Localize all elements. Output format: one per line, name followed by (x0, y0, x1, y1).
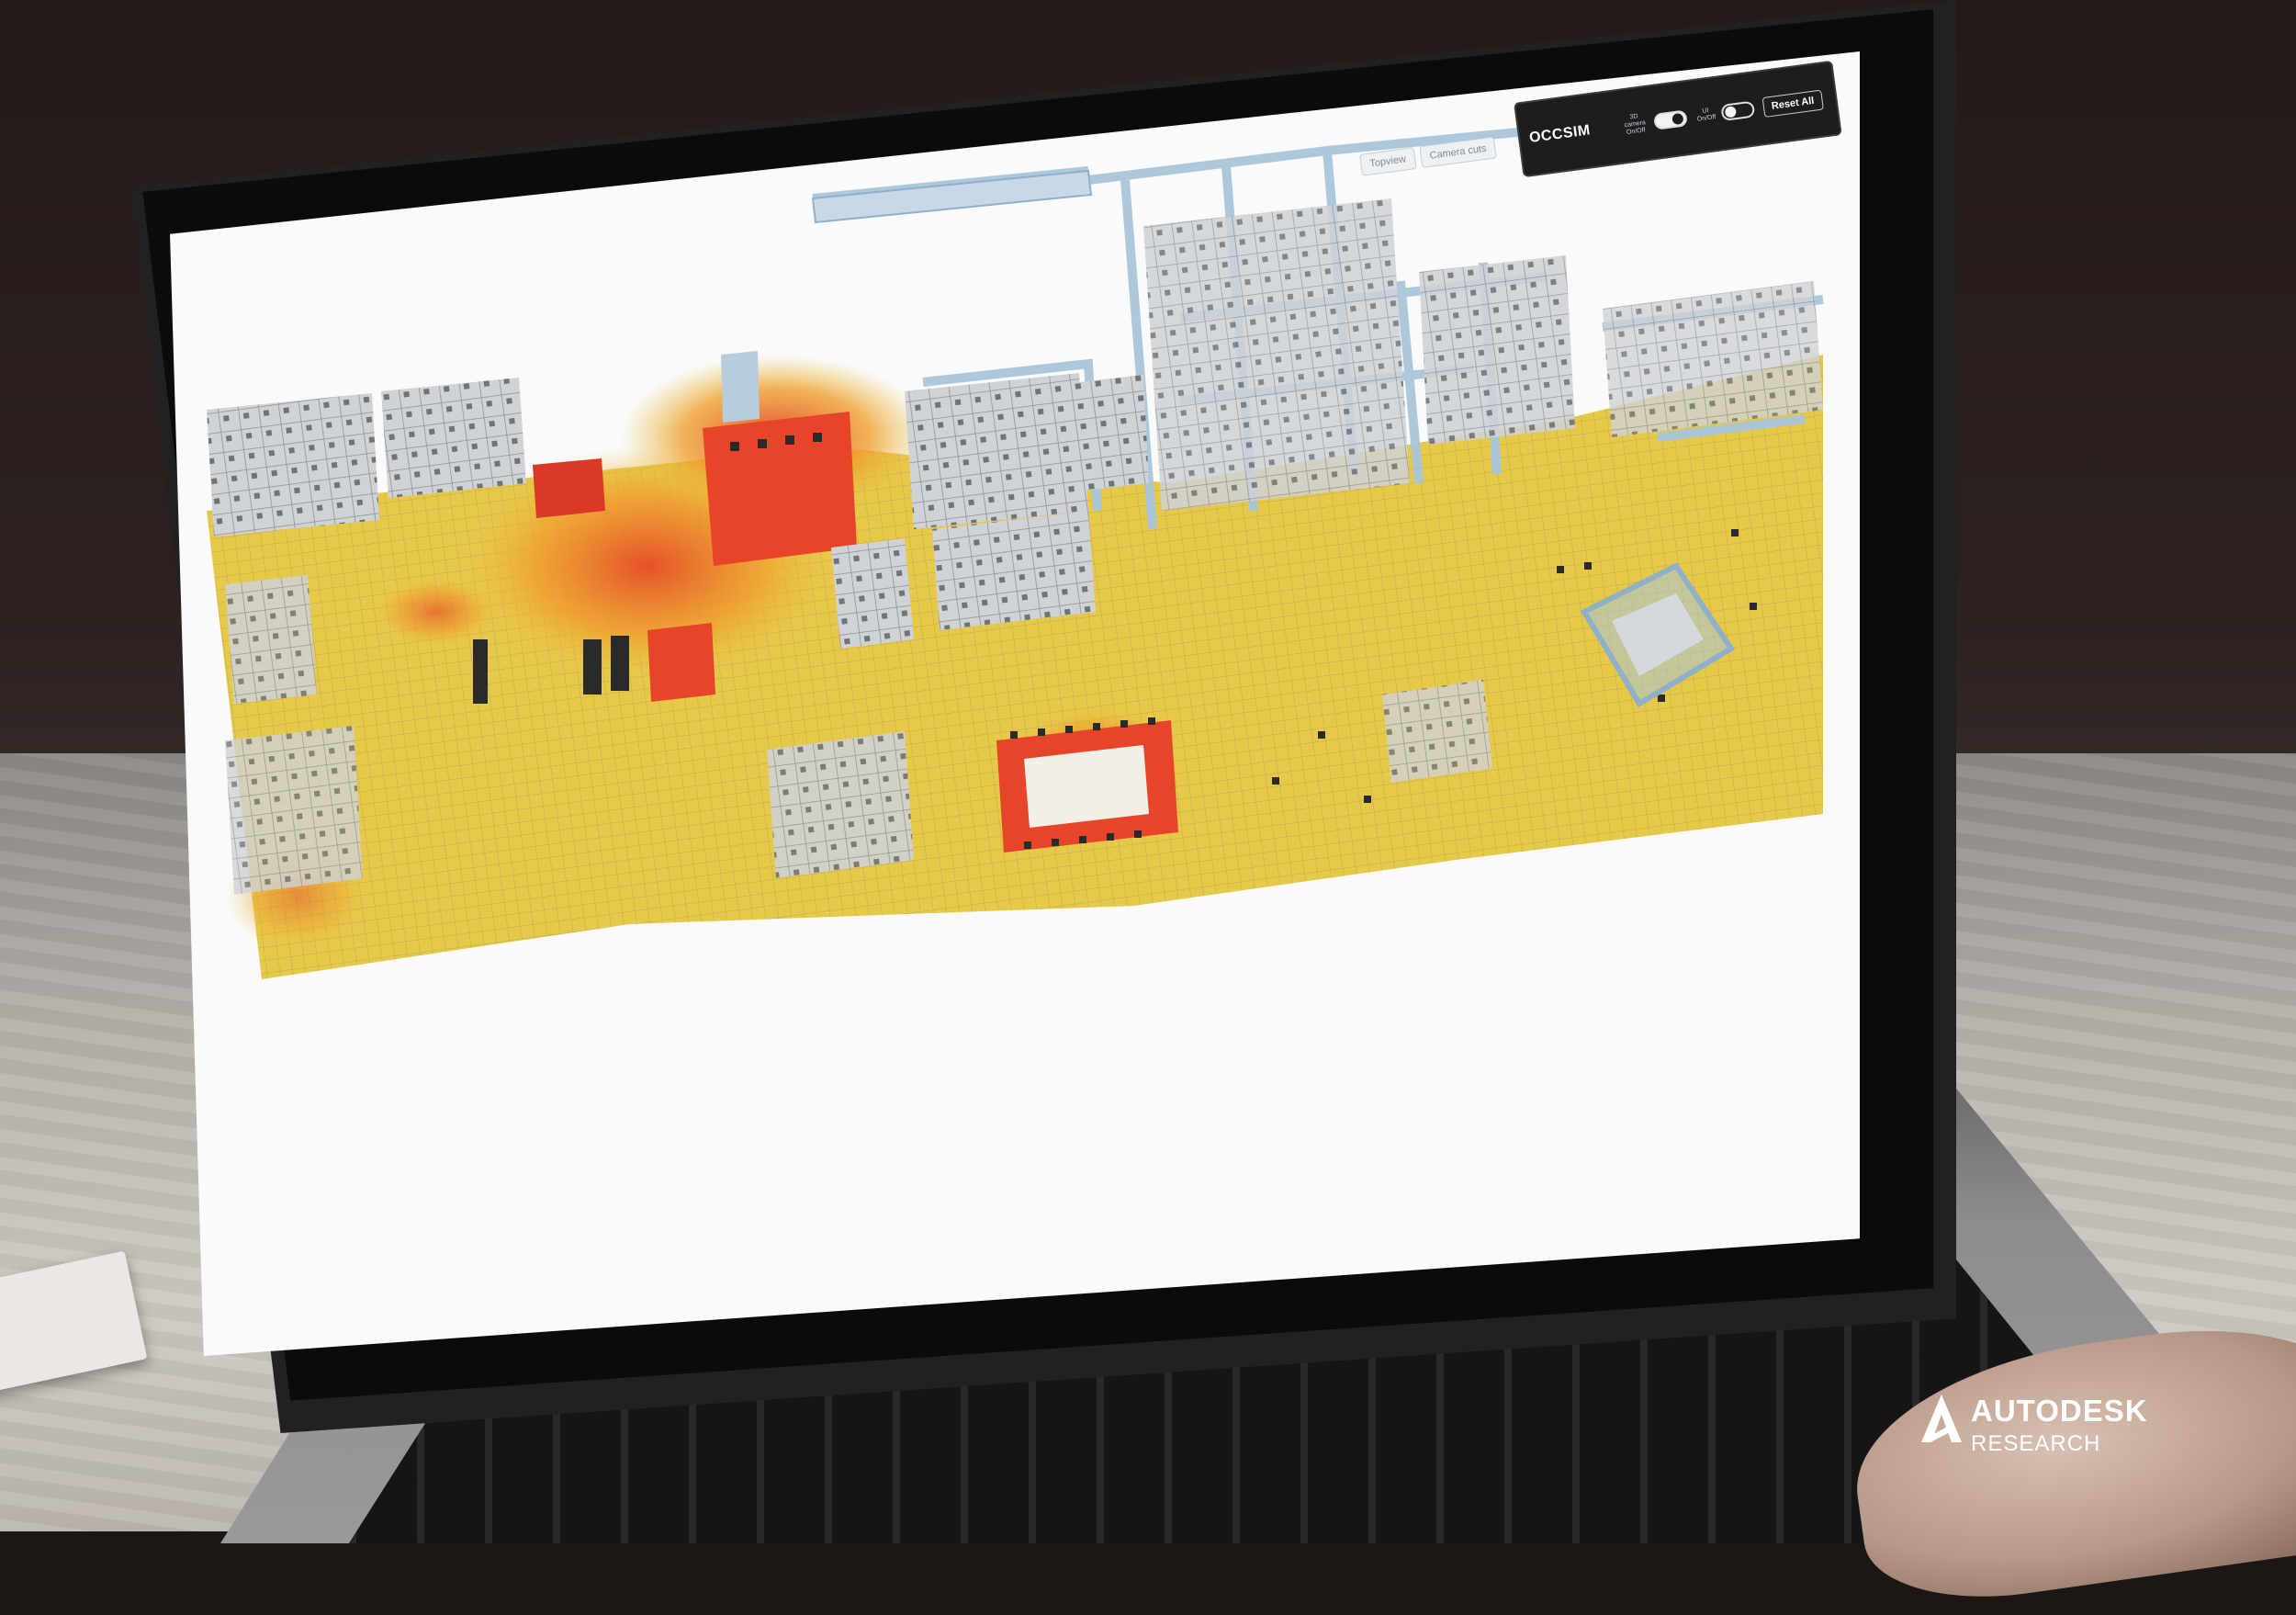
autodesk-research-brand: AUTODESK RESEARCH (1921, 1395, 2148, 1457)
camera-toggle-group: 3D camera On/Off (1620, 107, 1689, 137)
ui-toggle[interactable] (1720, 100, 1756, 122)
camera-toggle[interactable] (1652, 109, 1688, 130)
ui-toggle-group: UI On/Off (1695, 100, 1756, 124)
autodesk-a-logo-icon (1921, 1395, 1962, 1442)
brand-name: AUTODESK (1971, 1394, 2148, 1428)
camera-toggle-label: 3D camera On/Off (1624, 113, 1647, 136)
app-screen: Topview Camera cuts OCCSIM 3D camera On/… (170, 51, 1860, 1356)
floorplan-3d-viewport[interactable] (170, 51, 1860, 1356)
ui-toggle-label: UI On/Off (1696, 107, 1716, 123)
app-title: OCCSIM (1528, 122, 1592, 146)
brand-subtitle: RESEARCH (1971, 1431, 2101, 1456)
reset-all-button[interactable]: Reset All (1761, 89, 1824, 118)
